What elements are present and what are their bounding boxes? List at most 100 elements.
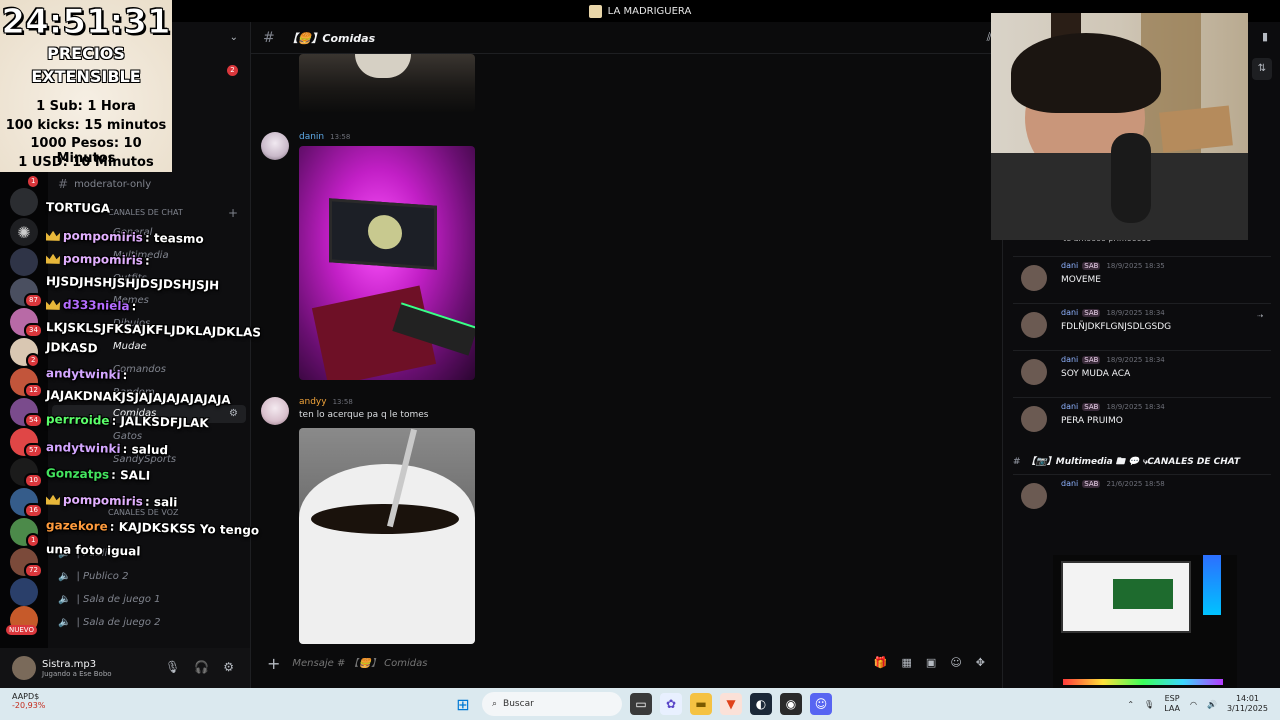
avatar bbox=[1021, 312, 1047, 338]
avatar[interactable] bbox=[261, 132, 289, 160]
rgb-light bbox=[1203, 555, 1221, 615]
language-indicator[interactable]: ESP LAA bbox=[1164, 694, 1180, 714]
role-tag: SAB bbox=[1082, 356, 1101, 364]
speaker-icon: 🔈 bbox=[58, 594, 71, 605]
server-icon[interactable] bbox=[10, 248, 38, 276]
server-icon[interactable]: ✺ bbox=[10, 218, 38, 246]
search-placeholder: Buscar bbox=[503, 699, 534, 709]
search-result[interactable]: dani SAB 18/9/2025 18:35 MOVEME bbox=[1013, 256, 1271, 296]
message-composer: + 🎁 ▦ ▣ ☺ ✥ bbox=[259, 648, 995, 678]
price-line: 1 Sub: 1 Hora bbox=[36, 99, 136, 114]
task-view-icon[interactable]: ▭ bbox=[630, 693, 652, 715]
price-line: 1 USD: 10 Minutos bbox=[18, 155, 154, 170]
channel-item[interactable]: # moderator-only bbox=[58, 177, 151, 191]
app-logo-icon bbox=[588, 4, 602, 18]
voice-channel[interactable]: 🔈 | Publico 2 bbox=[58, 571, 128, 582]
timestamp: 18/9/2025 18:34 bbox=[1106, 309, 1165, 317]
cup-shape bbox=[299, 464, 475, 644]
gear-icon[interactable]: ⚙ bbox=[229, 408, 238, 419]
unread-badge: 1 bbox=[26, 174, 41, 189]
message-author[interactable]: andyy bbox=[299, 397, 327, 407]
brave-browser-icon[interactable]: ▼ bbox=[720, 693, 742, 715]
apps-icon[interactable]: ✥ bbox=[976, 656, 985, 669]
volume-icon[interactable]: 🔊 bbox=[1207, 700, 1217, 709]
voice-channel[interactable]: 🔈 | Sala de juego 2 bbox=[58, 617, 161, 628]
wifi-icon[interactable]: ◠ bbox=[1190, 700, 1197, 709]
result-image[interactable] bbox=[1053, 555, 1237, 689]
avatar bbox=[1021, 265, 1047, 291]
server-icon[interactable] bbox=[10, 578, 38, 606]
message-input[interactable] bbox=[292, 657, 793, 669]
chat-header: # 【🍔】Comidas bbox=[251, 22, 1003, 54]
gif-icon[interactable]: ▦ bbox=[902, 656, 912, 669]
taskbar-search[interactable]: ⌕ Buscar bbox=[482, 692, 622, 716]
sort-icon[interactable]: ⇅ bbox=[1252, 58, 1272, 80]
message-timestamp: 13:58 bbox=[330, 133, 351, 141]
copilot-icon[interactable]: ✿ bbox=[660, 693, 682, 715]
chevron-up-icon[interactable]: ⌃ bbox=[1127, 700, 1134, 709]
window-title: LA MADRIGUERA bbox=[607, 5, 692, 17]
windows-taskbar: AAPD$ -20,93% ⊞ ⌕ Buscar ▭ ✿ ▬ ▼ ◐ ◉ ☺ ⌃… bbox=[0, 688, 1280, 720]
unread-badge: 12 bbox=[24, 383, 43, 398]
obs-icon[interactable]: ◉ bbox=[780, 693, 802, 715]
file-explorer-icon[interactable]: ▬ bbox=[690, 693, 712, 715]
channel-item[interactable]: Gatos bbox=[113, 431, 142, 442]
timestamp: 18/9/2025 18:34 bbox=[1106, 356, 1165, 364]
server-icon[interactable] bbox=[10, 188, 38, 216]
avatar[interactable] bbox=[12, 656, 36, 680]
microphone-icon[interactable]: 🎙 bbox=[1144, 700, 1154, 709]
message-image[interactable] bbox=[299, 428, 475, 644]
hash-icon: # bbox=[263, 29, 275, 46]
category-voice[interactable]: CANALES DE VOZ bbox=[108, 508, 179, 517]
add-channel-icon[interactable]: + bbox=[228, 206, 238, 220]
result-text: PERA PRUIMO bbox=[1061, 416, 1123, 426]
add-attachment-icon[interactable]: + bbox=[267, 654, 280, 673]
subathon-timer-overlay: 24:51:31 PRECIOS EXTENSIBLE 1 Sub: 1 Hor… bbox=[0, 0, 172, 172]
message-text: ten lo acerque pa q le tomes bbox=[299, 410, 429, 420]
sticker-icon[interactable]: ▣ bbox=[926, 656, 936, 669]
user-panel[interactable]: Sistra.mp3 Jugando a Ese Bobo 🎙 🎧 ⚙ bbox=[0, 648, 250, 688]
user-status: Jugando a Ese Bobo bbox=[42, 669, 112, 678]
role-tag: SAB bbox=[1082, 309, 1101, 317]
search-result[interactable]: dani SAB 18/9/2025 18:34 PERA PRUIMO bbox=[1013, 397, 1271, 437]
jar-shape bbox=[355, 54, 411, 78]
chevron-down-icon[interactable]: ⌄ bbox=[230, 32, 238, 43]
discord-icon[interactable]: ☺ bbox=[810, 693, 832, 715]
category-chat[interactable]: CANALES DE CHAT bbox=[108, 208, 183, 217]
steam-icon[interactable]: ◐ bbox=[750, 693, 772, 715]
chat-line: Gonzatps: SALI bbox=[45, 466, 151, 483]
search-result[interactable]: dani SAB 18/9/2025 18:34 SOY MUDA ACA bbox=[1013, 350, 1271, 390]
voice-channel[interactable]: 🔈 | Sala de juego 1 bbox=[58, 594, 161, 605]
food-photo bbox=[368, 213, 402, 251]
coffee-surface bbox=[311, 504, 459, 534]
stock-widget[interactable]: AAPD$ -20,93% bbox=[12, 692, 45, 710]
headphones-icon[interactable]: 🎧 bbox=[194, 660, 209, 674]
gift-icon[interactable]: 🎁 bbox=[874, 656, 888, 669]
chat-line: JDKASD bbox=[45, 340, 98, 356]
channel-title: 【🍔】Comidas bbox=[286, 31, 376, 45]
windows-start-icon[interactable]: ⊞ bbox=[452, 693, 474, 715]
clock[interactable]: 14:01 3/11/2025 bbox=[1227, 694, 1268, 714]
search-result[interactable]: dani SAB 21/6/2025 18:58 bbox=[1013, 474, 1271, 689]
discord-window: LA MADRIGUERA 1 ✺ 87 34 2 12 54 57 10 16… bbox=[0, 0, 1280, 689]
laptop-screen bbox=[329, 198, 437, 270]
cardboard-box bbox=[1159, 105, 1233, 153]
crown-icon bbox=[46, 231, 60, 241]
jump-icon[interactable]: ⇢ bbox=[1257, 312, 1263, 320]
countdown-clock: 24:51:31 bbox=[1, 2, 171, 43]
bookmark-icon[interactable]: ▮ bbox=[1262, 30, 1268, 43]
search-result[interactable]: dani SAB 18/9/2025 18:34 FDLÑJDKFLGNJSDLGS… bbox=[1013, 303, 1271, 343]
channel-item[interactable]: Mudae bbox=[113, 341, 147, 352]
message-author[interactable]: danin bbox=[299, 132, 324, 142]
result-text: MOVEME bbox=[1061, 275, 1101, 285]
previous-image[interactable] bbox=[299, 54, 475, 112]
hash-icon: # bbox=[1013, 457, 1021, 467]
message-image[interactable] bbox=[299, 146, 475, 380]
role-tag: SAB bbox=[1082, 403, 1101, 411]
chat-line: d333niela: bbox=[46, 297, 137, 313]
avatar[interactable] bbox=[261, 397, 289, 425]
gear-icon[interactable]: ⚙ bbox=[223, 660, 234, 674]
chat-line: TORTUGA bbox=[45, 200, 111, 216]
microphone-icon[interactable]: 🎙 bbox=[165, 660, 180, 674]
emoji-icon[interactable]: ☺ bbox=[950, 656, 961, 669]
